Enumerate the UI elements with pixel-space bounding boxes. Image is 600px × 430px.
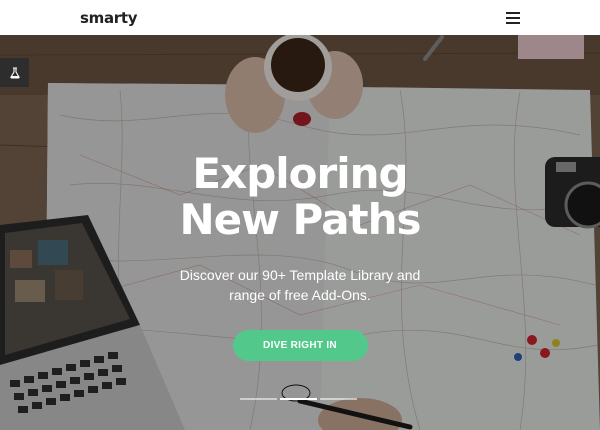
hamburger-menu-icon[interactable] — [506, 11, 520, 24]
headline-line-1: Exploring — [192, 149, 408, 198]
slider-dot-1[interactable] — [240, 398, 277, 400]
hero-slider: Exploring New Paths Discover our 90+ Tem… — [0, 35, 600, 430]
flask-icon-button[interactable] — [0, 58, 29, 87]
hero-headline: Exploring New Paths — [179, 149, 421, 244]
slider-dot-2[interactable] — [280, 398, 317, 400]
slider-pagination — [240, 398, 357, 400]
flask-icon — [9, 66, 20, 79]
subtitle-line-2: range of free Add-Ons. — [229, 287, 371, 303]
hero-subtitle: Discover our 90+ Template Library and ra… — [150, 265, 450, 305]
dive-right-in-button[interactable]: DIVE RIGHT IN — [232, 330, 368, 361]
site-header: smarty — [0, 0, 600, 35]
headline-line-2: New Paths — [179, 195, 421, 244]
subtitle-line-1: Discover our 90+ Template Library and — [179, 267, 421, 283]
slider-dot-3[interactable] — [320, 398, 357, 400]
hero-content: Exploring New Paths Discover our 90+ Tem… — [0, 35, 600, 430]
site-logo[interactable]: smarty — [80, 9, 138, 27]
